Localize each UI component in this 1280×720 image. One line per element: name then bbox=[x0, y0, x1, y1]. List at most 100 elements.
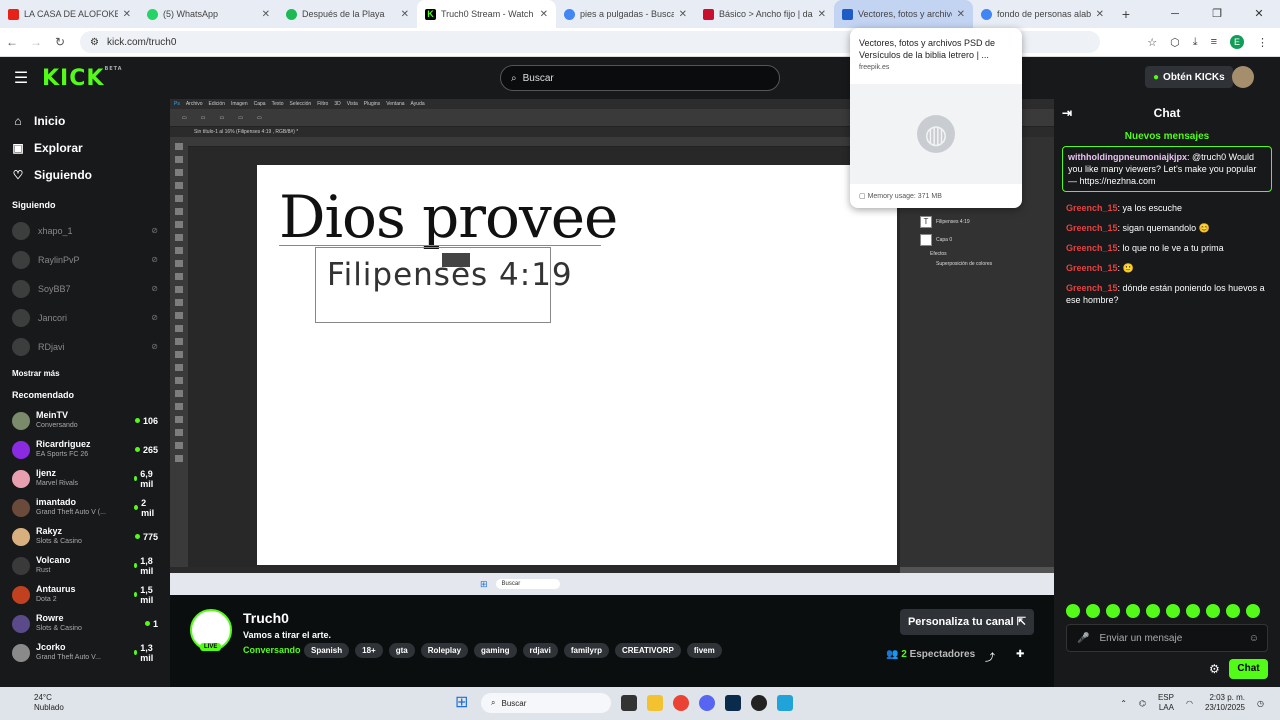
download-icon[interactable]: ⤓ bbox=[1193, 36, 1198, 49]
tag-chip[interactable]: gaming bbox=[474, 643, 517, 658]
file-explorer-icon[interactable] bbox=[647, 695, 663, 711]
recommended-channel[interactable]: Rowre Slots & Casino 1 bbox=[0, 609, 170, 638]
user-avatar[interactable] bbox=[1232, 66, 1254, 88]
tag-chip[interactable]: 18+ bbox=[355, 643, 383, 658]
media-icon[interactable]: ≡ bbox=[1211, 36, 1217, 48]
send-chat-button[interactable]: Chat bbox=[1229, 659, 1268, 679]
chat-username[interactable]: Greench_15 bbox=[1066, 223, 1118, 233]
close-window-icon[interactable]: ✕ bbox=[1238, 0, 1280, 28]
close-tab-icon[interactable]: ✕ bbox=[401, 9, 409, 20]
get-kicks-button[interactable]: ● Obtén KICKs bbox=[1145, 66, 1233, 88]
recommended-channel[interactable]: ljenz Marvel Rivals 6,9 mil bbox=[0, 464, 170, 493]
tag-chip[interactable]: rdjavi bbox=[522, 643, 558, 658]
search-input[interactable]: ⌕ Buscar bbox=[500, 65, 780, 91]
tag-chip[interactable]: Spanish bbox=[304, 643, 350, 658]
discord-icon[interactable] bbox=[699, 695, 715, 711]
network-icon[interactable]: ⌬ bbox=[1139, 699, 1146, 708]
new-tab-button[interactable]: + bbox=[1112, 6, 1140, 22]
weather-widget[interactable]: 24°C Nublado bbox=[34, 693, 64, 713]
close-tab-icon[interactable]: ✕ bbox=[1096, 9, 1104, 20]
stream-category[interactable]: Conversando bbox=[243, 645, 301, 655]
browser-tab[interactable]: fondo de personas alaba ✕ bbox=[973, 0, 1112, 28]
task-view-icon[interactable] bbox=[621, 695, 637, 711]
close-tab-icon[interactable]: ✕ bbox=[957, 9, 965, 20]
back-icon[interactable]: ← bbox=[0, 35, 24, 49]
wifi-icon[interactable]: ◠ bbox=[1186, 699, 1193, 708]
bookmark-star-icon[interactable]: ☆ bbox=[1147, 36, 1157, 49]
emote-icon[interactable] bbox=[1146, 604, 1160, 618]
nav-following[interactable]: ♡ Siguiendo bbox=[0, 161, 170, 188]
tray-chevron-icon[interactable]: ⌃ bbox=[1120, 699, 1127, 708]
close-tab-icon[interactable]: ✕ bbox=[262, 9, 270, 20]
tag-chip[interactable]: Roleplay bbox=[420, 643, 469, 658]
emoji-icon[interactable]: ☺ bbox=[1249, 633, 1259, 644]
menu-icon[interactable]: ⋮ bbox=[1257, 36, 1268, 49]
recommended-channel[interactable]: MeinTV Conversando 106 bbox=[0, 406, 170, 435]
emote-icon[interactable] bbox=[1086, 604, 1100, 618]
following-item[interactable]: SoyBB7 ⊘ bbox=[0, 274, 170, 303]
os-search-input[interactable]: ⌕ Buscar bbox=[481, 693, 611, 713]
tag-chip[interactable]: CREATIVORP bbox=[614, 643, 681, 658]
tag-chip[interactable]: familyrp bbox=[563, 643, 609, 658]
tag-chip[interactable]: fivem bbox=[686, 643, 722, 658]
tag-chip[interactable]: gta bbox=[388, 643, 415, 658]
following-item[interactable]: xhapo_1 ⊘ bbox=[0, 216, 170, 245]
emote-icon[interactable] bbox=[1106, 604, 1120, 618]
photoshop-icon[interactable] bbox=[725, 695, 741, 711]
reload-icon[interactable]: ↻ bbox=[48, 35, 72, 49]
show-more-link[interactable]: Mostrar más bbox=[0, 369, 170, 378]
site-info-icon[interactable]: ⚙ bbox=[90, 37, 99, 48]
minimize-icon[interactable]: ─ bbox=[1154, 0, 1196, 28]
browser-tab[interactable]: pies a pulgadas - Buscar ✕ bbox=[556, 0, 695, 28]
chat-username[interactable]: Greench_15 bbox=[1066, 243, 1118, 253]
collapse-chat-icon[interactable]: ⇥ bbox=[1062, 106, 1072, 120]
obs-icon[interactable] bbox=[751, 695, 767, 711]
recommended-channel[interactable]: Jcorko Grand Theft Auto V... 1,3 mil bbox=[0, 638, 170, 667]
following-item[interactable]: RaylinPvP ⊘ bbox=[0, 245, 170, 274]
recommended-channel[interactable]: Rakyz Slots & Casino 775 bbox=[0, 522, 170, 551]
emote-icon[interactable] bbox=[1066, 604, 1080, 618]
share-icon[interactable]: ⤴ bbox=[985, 649, 995, 664]
recommended-channel[interactable]: Antaurus Dota 2 1,5 mil bbox=[0, 580, 170, 609]
channel-name[interactable]: Truch0 bbox=[243, 610, 289, 626]
browser-tab[interactable]: LA CASA DE ALOFOKE 2 (✕ bbox=[0, 0, 139, 28]
language-indicator[interactable]: ESP LAA bbox=[1158, 693, 1174, 713]
emote-icon[interactable] bbox=[1186, 604, 1200, 618]
nav-explore[interactable]: ▣ Explorar bbox=[0, 134, 170, 161]
windows-start-icon[interactable]: ⊞ bbox=[455, 695, 471, 711]
microphone-icon[interactable]: 🎤 bbox=[1077, 633, 1089, 644]
browser-tab-active[interactable]: K Truch0 Stream - Watch Li ✕ bbox=[417, 0, 556, 28]
kick-logo[interactable]: KICKBETA bbox=[42, 66, 123, 91]
maximize-icon[interactable]: ❐ bbox=[1196, 0, 1238, 28]
chat-message-input[interactable]: 🎤 Enviar un mensaje ☺ bbox=[1066, 624, 1268, 652]
close-tab-icon[interactable]: ✕ bbox=[123, 9, 131, 20]
follow-icon[interactable]: ✚ bbox=[1016, 649, 1024, 660]
chrome-icon[interactable] bbox=[673, 695, 689, 711]
following-item[interactable]: RDjavi ⊘ bbox=[0, 332, 170, 361]
notifications-icon[interactable]: ◷ bbox=[1257, 699, 1264, 708]
browser-tab-hovered[interactable]: Vectores, fotos y archivo ✕ bbox=[834, 0, 973, 28]
clock[interactable]: 2:03 p. m. 23/10/2025 bbox=[1205, 693, 1245, 713]
chat-settings-icon[interactable]: ⚙ bbox=[1209, 662, 1220, 676]
emote-icon[interactable] bbox=[1206, 604, 1220, 618]
chat-username[interactable]: Greench_15 bbox=[1066, 203, 1118, 213]
close-tab-icon[interactable]: ✕ bbox=[540, 9, 548, 20]
new-messages-banner[interactable]: Nuevos mensajes bbox=[1054, 131, 1280, 142]
chat-username[interactable]: Greench_15 bbox=[1066, 263, 1118, 273]
emote-icon[interactable] bbox=[1226, 604, 1240, 618]
emote-icon[interactable] bbox=[1166, 604, 1180, 618]
notepad-icon[interactable] bbox=[777, 695, 793, 711]
browser-tab[interactable]: (5) WhatsApp ✕ bbox=[139, 0, 278, 28]
customize-channel-button[interactable]: Personaliza tu canal ⇱ bbox=[900, 609, 1034, 635]
emote-icon[interactable] bbox=[1126, 604, 1140, 618]
following-item[interactable]: Jancori ⊘ bbox=[0, 303, 170, 332]
hamburger-menu-icon[interactable]: ☰ bbox=[0, 68, 42, 88]
forward-icon[interactable]: → bbox=[24, 35, 48, 49]
recommended-channel[interactable]: imantado Grand Theft Auto V (... 2 mil bbox=[0, 493, 170, 522]
browser-tab[interactable]: Después de la Playa ✕ bbox=[278, 0, 417, 28]
extensions-icon[interactable]: ⬡ bbox=[1170, 36, 1180, 49]
emote-icon[interactable] bbox=[1246, 604, 1260, 618]
recommended-channel[interactable]: Ricardriguez EA Sports FC 26 265 bbox=[0, 435, 170, 464]
browser-tab[interactable]: Básico > Ancho fijo | dal ✕ bbox=[695, 0, 834, 28]
recommended-channel[interactable]: Volcano Rust 1,8 mil bbox=[0, 551, 170, 580]
